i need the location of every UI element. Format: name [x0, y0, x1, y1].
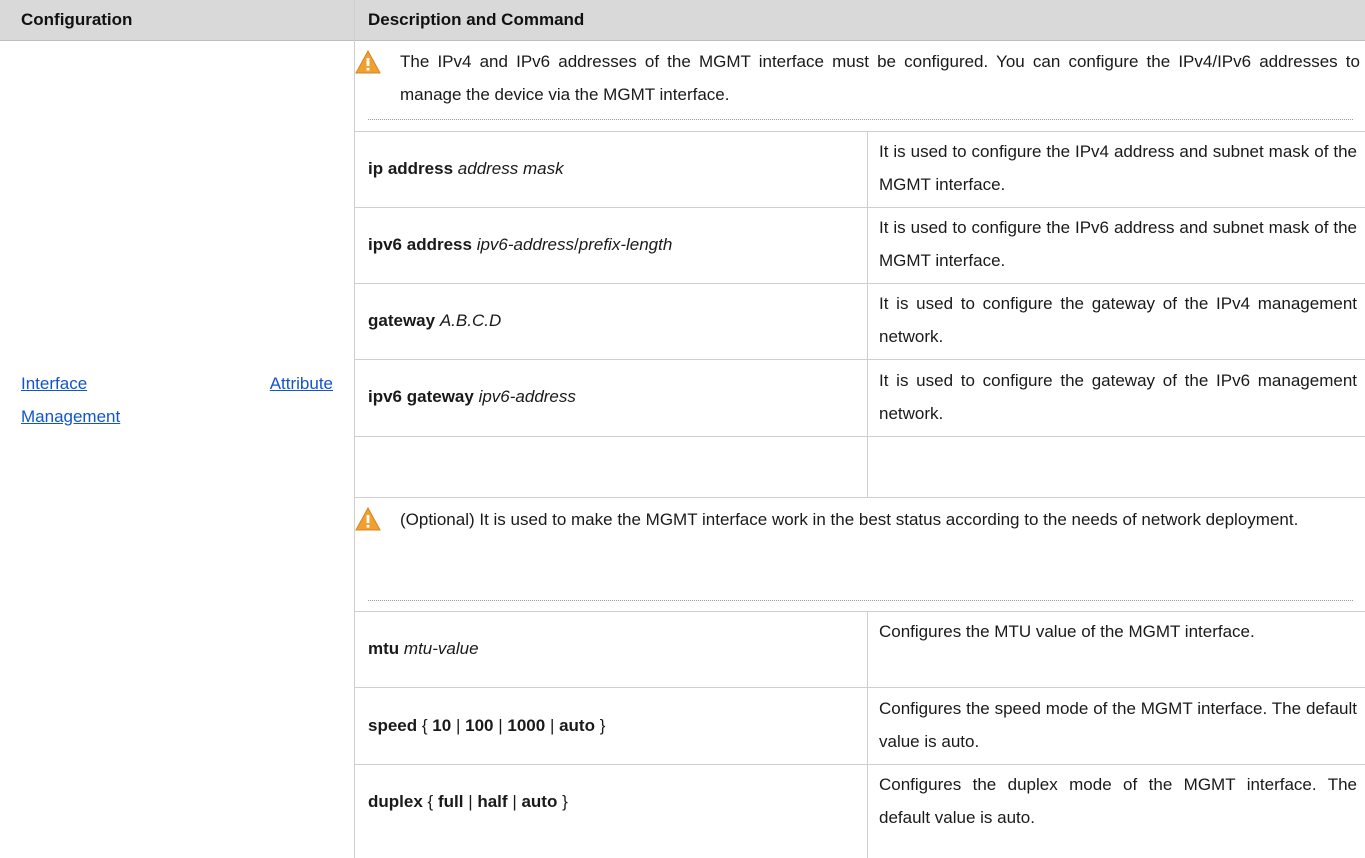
row-divider: [355, 283, 1365, 284]
row-divider: [355, 497, 1365, 498]
option-separator: |: [512, 792, 517, 811]
column-divider: [354, 0, 355, 858]
brace-close: }: [599, 716, 606, 735]
command-args: ipv6-address: [478, 387, 576, 406]
command-gateway: gateway A.B.C.D: [368, 311, 501, 331]
command-ipv6-gateway: ipv6 gateway ipv6-address: [368, 387, 576, 407]
command-keyword: mtu: [368, 639, 400, 658]
command-speed: speed { 10 | 100 | 1000 | auto }: [368, 716, 605, 736]
command-args: mtu-value: [403, 639, 479, 658]
row-divider: [355, 611, 1365, 612]
warning-note: The IPv4 and IPv6 addresses of the MGMT …: [355, 48, 1360, 118]
command-keyword: duplex: [368, 792, 423, 811]
option-value: 100: [465, 716, 494, 735]
option-value: half: [477, 792, 508, 811]
warning-icon: [355, 50, 381, 74]
command-keyword: ipv6 gateway: [368, 387, 474, 406]
option-value: full: [437, 792, 464, 811]
command-description: It is used to configure the gateway of t…: [879, 371, 1357, 423]
header-description: Description and Command: [368, 10, 585, 29]
command-description: It is used to configure the IPv4 address…: [879, 142, 1357, 194]
option-value: auto: [559, 716, 595, 735]
link-word-attribute: Attribute: [269, 374, 333, 393]
command-description: Configures the speed mode of the MGMT in…: [879, 699, 1357, 751]
config-table: Configuration Description and Command In…: [0, 0, 1365, 858]
note-divider: [368, 119, 1353, 120]
command-description: Configures the MTU value of the MGMT int…: [879, 622, 1255, 641]
row-divider: [355, 359, 1365, 360]
command-keyword: ipv6 address: [368, 235, 472, 254]
option-value: 1000: [507, 716, 546, 735]
command-keyword: ip address: [368, 159, 454, 178]
command-description: Configures the duplex mode of the MGMT i…: [879, 775, 1357, 827]
brace-open: {: [427, 792, 434, 811]
command-keyword: speed: [368, 716, 418, 735]
option-separator: |: [455, 716, 461, 735]
brace-open: {: [421, 716, 428, 735]
link-word-interface: Interface: [21, 374, 88, 393]
header-configuration: Configuration: [21, 10, 133, 29]
command-duplex: duplex { full | half | auto }: [368, 792, 568, 812]
command-mtu: mtu mtu-value: [368, 639, 479, 659]
command-divider-2: [867, 611, 868, 858]
row-divider: [355, 764, 1365, 765]
command-ip-address: ip address address mask: [368, 159, 564, 179]
option-separator: |: [498, 716, 503, 735]
row-divider: [355, 207, 1365, 208]
brace-close: }: [562, 792, 568, 811]
interface-attribute-management-link[interactable]: Interface Attribute Management: [21, 367, 333, 433]
warning-note-text: (Optional) It is used to make the MGMT i…: [400, 510, 1299, 529]
option-separator: |: [468, 792, 473, 811]
row-divider: [355, 436, 1365, 437]
option-separator: |: [549, 716, 555, 735]
note-divider: [368, 600, 1353, 601]
warning-icon: [355, 507, 381, 531]
option-value: auto: [521, 792, 558, 811]
row-divider: [355, 131, 1365, 132]
row-divider: [355, 687, 1365, 688]
command-description: It is used to configure the IPv6 address…: [879, 218, 1357, 270]
option-value: 10: [432, 716, 452, 735]
warning-note: (Optional) It is used to make the MGMT i…: [355, 505, 1355, 575]
table-header: Configuration Description and Command: [0, 0, 1365, 41]
command-args: A.B.C.D: [439, 311, 502, 330]
command-description: It is used to configure the gateway of t…: [879, 294, 1357, 346]
link-word-management: Management: [21, 407, 121, 426]
command-divider-1: [867, 131, 868, 497]
command-args: address mask: [457, 159, 564, 178]
command-arg: ipv6-address: [476, 235, 575, 254]
command-ipv6-address: ipv6 address ipv6-address/prefix-length: [368, 235, 672, 255]
command-arg: prefix-length: [578, 235, 673, 254]
warning-note-text: The IPv4 and IPv6 addresses of the MGMT …: [400, 52, 1360, 104]
command-keyword: gateway: [368, 311, 436, 330]
